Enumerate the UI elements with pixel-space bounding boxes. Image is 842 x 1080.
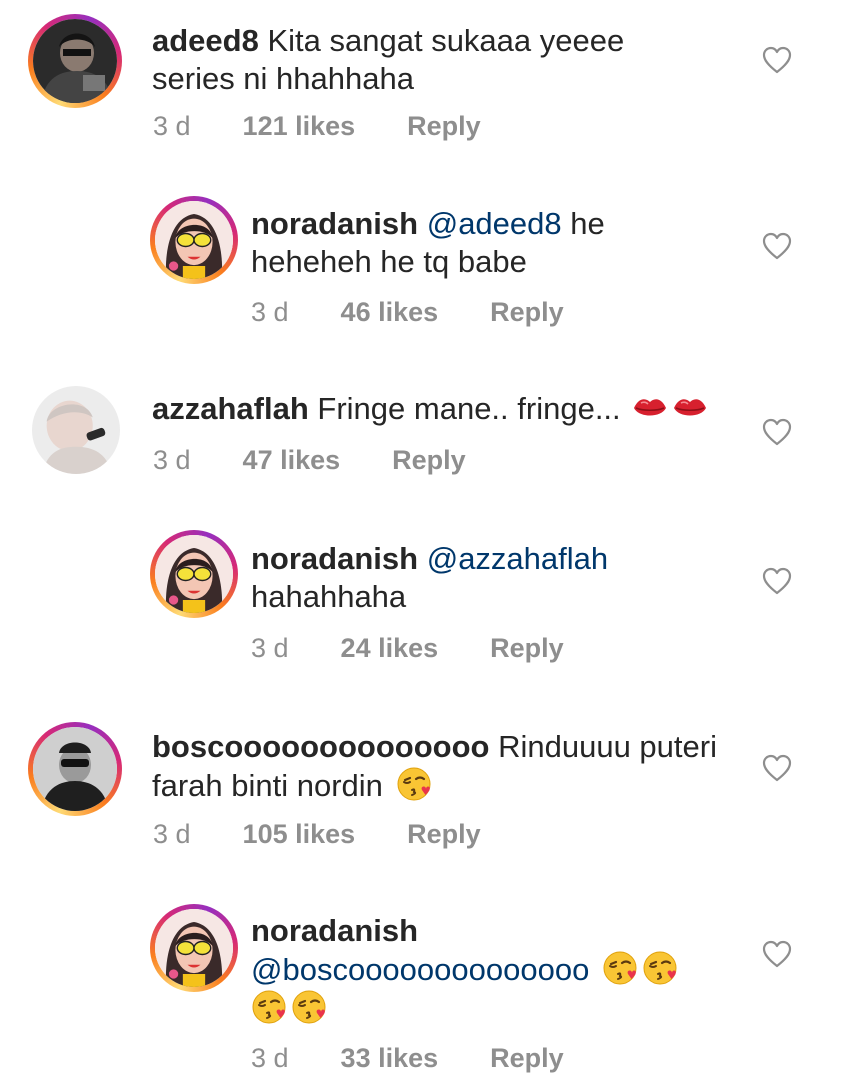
avatar[interactable] — [28, 722, 122, 816]
mention-link[interactable]: @adeed8 — [427, 206, 562, 241]
timestamp: 3 d — [153, 819, 191, 849]
comment-meta: 3 d 47 likes Reply — [153, 445, 518, 476]
face-blowing-kiss-emoji-icon — [396, 766, 432, 802]
kiss-mark-emoji-icon — [631, 393, 669, 423]
username[interactable]: adeed8 — [152, 23, 259, 58]
comment-meta: 3 d 24 likes Reply — [251, 633, 616, 664]
comment-meta: 3 d 46 likes Reply — [251, 297, 616, 328]
mention-link[interactable]: @azzahaflah — [427, 541, 608, 576]
avatar[interactable] — [150, 530, 238, 618]
avatar[interactable] — [150, 196, 238, 284]
heart-outline-icon[interactable] — [762, 46, 792, 74]
avatar[interactable] — [32, 386, 120, 474]
comment-meta: 3 d 121 likes Reply — [153, 111, 533, 142]
timestamp: 3 d — [251, 1043, 289, 1073]
heart-outline-icon[interactable] — [762, 940, 792, 968]
comment-text: noradanish @boscoooooooooooooo — [251, 912, 731, 1028]
reply-button[interactable]: Reply — [490, 1043, 564, 1073]
comment-body-line2: farah binti nordin — [152, 768, 383, 803]
comment-text: azzahaflah Fringe mane.. fringe... — [152, 390, 752, 428]
username[interactable]: noradanish — [251, 206, 418, 241]
likes-count[interactable]: 33 likes — [341, 1043, 439, 1073]
kiss-mark-emoji-icon — [671, 393, 709, 423]
username[interactable]: noradanish — [251, 913, 418, 948]
comment-body-line2: series ni hhahhaha — [152, 61, 414, 96]
reply-button[interactable]: Reply — [407, 819, 481, 849]
username[interactable]: boscoooooooooooooo — [152, 729, 489, 764]
comment-text: noradanish @azzahaflah hahahhaha — [251, 540, 701, 616]
reply-button[interactable]: Reply — [392, 445, 466, 475]
timestamp: 3 d — [251, 633, 289, 663]
timestamp: 3 d — [153, 445, 191, 475]
username[interactable]: noradanish — [251, 541, 418, 576]
comment-body-line2: hahahhaha — [251, 579, 407, 614]
comment-body-line1: he — [570, 206, 605, 241]
reply-button[interactable]: Reply — [407, 111, 481, 141]
timestamp: 3 d — [153, 111, 191, 141]
heart-outline-icon[interactable] — [762, 754, 792, 782]
comment-body-line1: Fringe mane.. fringe... — [317, 391, 621, 426]
timestamp: 3 d — [251, 297, 289, 327]
likes-count[interactable]: 24 likes — [341, 633, 439, 663]
comment-body-line1: Rinduuuu puteri — [498, 729, 717, 764]
reply-button[interactable]: Reply — [490, 297, 564, 327]
likes-count[interactable]: 105 likes — [243, 819, 356, 849]
avatar[interactable] — [28, 14, 122, 108]
username[interactable]: azzahaflah — [152, 391, 309, 426]
comment-text: adeed8 Kita sangat sukaaa yeeee series n… — [152, 22, 712, 98]
heart-outline-icon[interactable] — [762, 418, 792, 446]
likes-count[interactable]: 121 likes — [243, 111, 356, 141]
face-blowing-kiss-emoji-icon — [251, 989, 287, 1025]
heart-outline-icon[interactable] — [762, 232, 792, 260]
reply-button[interactable]: Reply — [490, 633, 564, 663]
comment-body-line1: Kita sangat sukaaa yeeee — [267, 23, 625, 58]
comment-body-line2: heheheh he tq babe — [251, 244, 527, 279]
likes-count[interactable]: 46 likes — [341, 297, 439, 327]
likes-count[interactable]: 47 likes — [243, 445, 341, 475]
mention-link[interactable]: @boscoooooooooooooo — [251, 952, 589, 987]
face-blowing-kiss-emoji-icon — [642, 950, 678, 986]
comment-meta: 3 d 105 likes Reply — [153, 819, 533, 850]
comment-text: noradanish @adeed8 he heheheh he tq babe — [251, 205, 701, 281]
face-blowing-kiss-emoji-icon — [291, 989, 327, 1025]
avatar[interactable] — [150, 904, 238, 992]
comment-text: boscoooooooooooooo Rinduuuu puteri farah… — [152, 728, 752, 805]
heart-outline-icon[interactable] — [762, 567, 792, 595]
comment-meta: 3 d 33 likes Reply — [251, 1043, 616, 1074]
face-blowing-kiss-emoji-icon — [602, 950, 638, 986]
